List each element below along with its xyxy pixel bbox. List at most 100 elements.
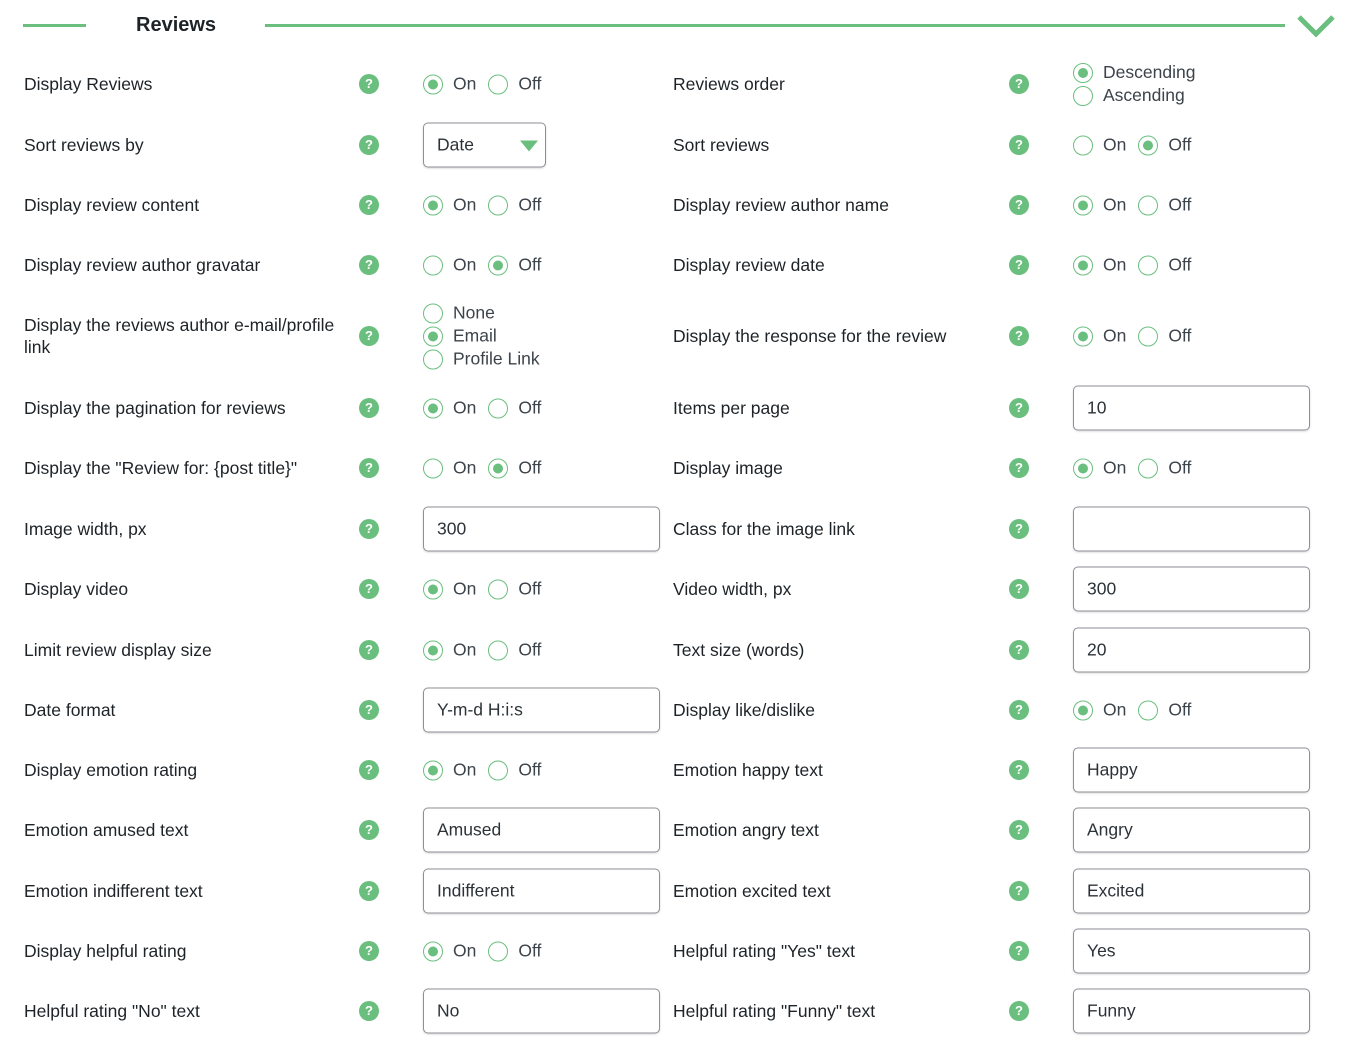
help-icon[interactable]: ? bbox=[359, 255, 379, 275]
radio-option-off[interactable]: Off bbox=[1138, 700, 1191, 721]
help-icon[interactable]: ? bbox=[359, 941, 379, 961]
help-icon[interactable]: ? bbox=[359, 326, 379, 346]
help-icon[interactable]: ? bbox=[359, 700, 379, 720]
help-icon[interactable]: ? bbox=[359, 760, 379, 780]
help-icon[interactable]: ? bbox=[359, 519, 379, 539]
sort-by-select[interactable]: Date bbox=[423, 122, 546, 168]
radio-option-off[interactable]: Off bbox=[488, 760, 541, 781]
emotion-indifferent-text-input[interactable] bbox=[423, 868, 660, 914]
radio-button[interactable] bbox=[423, 398, 443, 418]
radio-option-on[interactable]: On bbox=[1073, 326, 1126, 347]
radio-button[interactable] bbox=[1138, 326, 1159, 346]
radio-option-off[interactable]: Off bbox=[488, 74, 541, 95]
help-icon[interactable]: ? bbox=[359, 1001, 379, 1021]
radio-option-on[interactable]: On bbox=[423, 195, 476, 216]
emotion-excited-text-input[interactable] bbox=[1073, 868, 1310, 914]
radio-option-on[interactable]: On bbox=[423, 640, 476, 661]
help-icon[interactable]: ? bbox=[1009, 135, 1029, 155]
help-icon[interactable]: ? bbox=[359, 195, 379, 215]
radio-option-on[interactable]: On bbox=[423, 398, 476, 419]
chevron-down-icon[interactable] bbox=[1296, 12, 1336, 40]
help-icon[interactable]: ? bbox=[1009, 519, 1029, 539]
radio-option-on[interactable]: On bbox=[1073, 458, 1126, 479]
radio-button[interactable] bbox=[423, 349, 443, 369]
radio-option-email[interactable]: Email bbox=[423, 325, 540, 348]
emotion-happy-text-input[interactable] bbox=[1073, 747, 1310, 793]
help-icon[interactable]: ? bbox=[1009, 700, 1029, 720]
text-size-words-input[interactable] bbox=[1073, 627, 1310, 673]
radio-option-off[interactable]: Off bbox=[1138, 326, 1191, 347]
radio-option-on[interactable]: On bbox=[423, 74, 476, 95]
emotion-amused-text-input[interactable] bbox=[423, 807, 660, 853]
radio-button[interactable] bbox=[488, 195, 509, 215]
help-icon[interactable]: ? bbox=[1009, 640, 1029, 660]
radio-button[interactable] bbox=[488, 458, 509, 478]
radio-button[interactable] bbox=[1138, 700, 1159, 720]
radio-button[interactable] bbox=[1138, 135, 1159, 155]
radio-option-on[interactable]: On bbox=[423, 458, 476, 479]
radio-button[interactable] bbox=[423, 326, 443, 346]
help-icon[interactable]: ? bbox=[1009, 255, 1029, 275]
video-width-input[interactable] bbox=[1073, 566, 1310, 612]
radio-option-off[interactable]: Off bbox=[488, 941, 541, 962]
help-icon[interactable]: ? bbox=[359, 881, 379, 901]
radio-option-off[interactable]: Off bbox=[488, 195, 541, 216]
radio-button[interactable] bbox=[423, 255, 443, 275]
radio-button[interactable] bbox=[1073, 326, 1093, 346]
helpful-funny-text-input[interactable] bbox=[1073, 988, 1310, 1034]
radio-button[interactable] bbox=[488, 941, 509, 961]
help-icon[interactable]: ? bbox=[1009, 579, 1029, 599]
radio-button[interactable] bbox=[1073, 255, 1093, 275]
help-icon[interactable]: ? bbox=[359, 398, 379, 418]
help-icon[interactable]: ? bbox=[1009, 195, 1029, 215]
radio-button[interactable] bbox=[1138, 255, 1159, 275]
help-icon[interactable]: ? bbox=[1009, 760, 1029, 780]
radio-option-off[interactable]: Off bbox=[488, 398, 541, 419]
radio-button[interactable] bbox=[1073, 62, 1093, 83]
radio-option-on[interactable]: On bbox=[423, 579, 476, 600]
radio-button[interactable] bbox=[423, 640, 443, 660]
radio-button[interactable] bbox=[488, 74, 509, 94]
help-icon[interactable]: ? bbox=[1009, 881, 1029, 901]
radio-button[interactable] bbox=[423, 303, 443, 323]
radio-button[interactable] bbox=[1073, 135, 1093, 155]
image-width-input[interactable] bbox=[423, 506, 660, 552]
radio-option-off[interactable]: Off bbox=[488, 255, 541, 276]
help-icon[interactable]: ? bbox=[359, 579, 379, 599]
radio-option-off[interactable]: Off bbox=[488, 458, 541, 479]
help-icon[interactable]: ? bbox=[1009, 398, 1029, 418]
items-per-page-input[interactable] bbox=[1073, 385, 1310, 431]
radio-button[interactable] bbox=[488, 760, 509, 780]
radio-button[interactable] bbox=[423, 74, 443, 94]
radio-button[interactable] bbox=[488, 398, 509, 418]
radio-button[interactable] bbox=[488, 255, 509, 275]
help-icon[interactable]: ? bbox=[1009, 458, 1029, 478]
radio-option-off[interactable]: Off bbox=[1138, 255, 1191, 276]
help-icon[interactable]: ? bbox=[1009, 74, 1029, 94]
radio-button[interactable] bbox=[1138, 195, 1159, 215]
radio-button[interactable] bbox=[488, 640, 509, 660]
radio-option-off[interactable]: Off bbox=[1138, 135, 1191, 156]
help-icon[interactable]: ? bbox=[1009, 326, 1029, 346]
help-icon[interactable]: ? bbox=[359, 74, 379, 94]
emotion-angry-text-input[interactable] bbox=[1073, 807, 1310, 853]
radio-button[interactable] bbox=[1138, 458, 1159, 478]
radio-button[interactable] bbox=[1073, 700, 1093, 720]
radio-option-on[interactable]: On bbox=[1073, 255, 1126, 276]
radio-option-on[interactable]: On bbox=[1073, 700, 1126, 721]
class-image-link-input[interactable] bbox=[1073, 506, 1310, 552]
help-icon[interactable]: ? bbox=[359, 820, 379, 840]
radio-option-none[interactable]: None bbox=[423, 302, 540, 325]
helpful-yes-text-input[interactable] bbox=[1073, 928, 1310, 974]
radio-option-off[interactable]: Off bbox=[1138, 458, 1191, 479]
radio-button[interactable] bbox=[1073, 85, 1093, 106]
radio-option-on[interactable]: On bbox=[1073, 135, 1126, 156]
radio-button[interactable] bbox=[423, 458, 443, 478]
radio-button[interactable] bbox=[423, 760, 443, 780]
date-format-input[interactable] bbox=[423, 687, 660, 733]
help-icon[interactable]: ? bbox=[359, 135, 379, 155]
radio-button[interactable] bbox=[423, 195, 443, 215]
radio-option-on[interactable]: On bbox=[423, 941, 476, 962]
radio-button[interactable] bbox=[423, 941, 443, 961]
radio-option-off[interactable]: Off bbox=[1138, 195, 1191, 216]
